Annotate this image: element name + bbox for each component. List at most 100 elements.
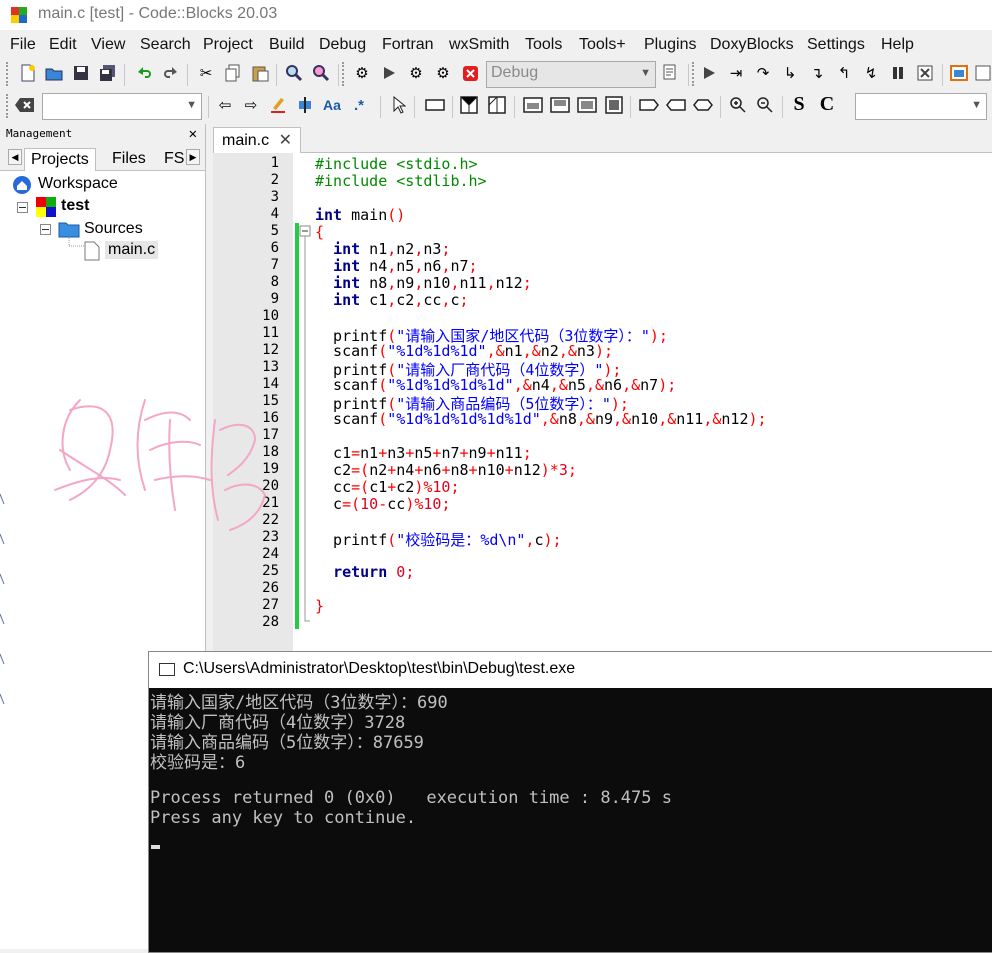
code-line: scanf("%1d%1d%1d%1d",&n4,&n5,&n6,&n7); [315,376,677,394]
select-pointer-icon[interactable] [388,94,410,116]
toolbar-separator [187,64,188,86]
editor-tab-main-c[interactable]: main.c ✕ [213,127,301,153]
menu-help[interactable]: Help [881,36,914,54]
chevron-left-icon[interactable]: ◀ [8,149,22,165]
menu-file[interactable]: File [10,36,36,54]
menu-tools[interactable]: Tools [525,36,562,54]
menu-plugins[interactable]: Plugins [644,36,696,54]
stop-debugger-icon[interactable] [914,62,936,84]
zoom-out-icon[interactable] [754,94,776,116]
cut-icon[interactable]: ✂ [195,62,217,84]
tab-projects[interactable]: Projects [24,148,96,171]
menu-view[interactable]: View [91,36,125,54]
rebuild-icon[interactable]: ⚙ [432,62,454,84]
while-loop-icon[interactable] [522,94,544,116]
pause-icon[interactable] [887,62,909,84]
toolbar-grip[interactable] [6,94,12,118]
return-icon[interactable] [692,94,714,116]
function-select-combo[interactable]: ▼ [855,93,987,120]
collapse-icon[interactable] [17,202,28,213]
line-number: 6 [270,240,279,256]
build-gear-icon[interactable]: ⚙ [351,62,373,84]
console-title-bar[interactable]: C:\Users\Administrator\Desktop\test\bin\… [149,652,992,688]
chevron-right-icon[interactable]: ▶ [186,149,200,165]
code-line: scanf("%1d%1d%1d",&n1,&n2,&n3); [315,342,614,360]
show-target-icon[interactable] [660,62,682,84]
copy-icon[interactable] [222,62,244,84]
console-window[interactable]: C:\Users\Administrator\Desktop\test\bin\… [148,651,992,953]
build-and-run-icon[interactable]: ⚙ [405,62,427,84]
line-number: 3 [270,189,279,205]
toolbar-grip[interactable] [6,62,12,86]
block-group-icon[interactable] [603,94,625,116]
new-file-icon[interactable] [17,62,39,84]
next-instruction-icon[interactable]: ↳ [779,62,801,84]
menu-search[interactable]: Search [140,36,191,54]
debug-windows-icon[interactable] [948,62,970,84]
step-into-icon[interactable]: ↴ [806,62,828,84]
find-icon[interactable] [283,62,305,84]
symbol-search-combo[interactable]: ▼ [42,93,202,120]
paste-icon[interactable] [249,62,271,84]
tree-workspace[interactable]: Workspace [38,175,118,193]
replace-icon[interactable] [310,62,332,84]
line-number: 28 [262,614,279,630]
tab-files[interactable]: Files [106,148,152,170]
debug-continue-icon[interactable] [698,62,720,84]
exit-icon[interactable] [665,94,687,116]
menu-debug[interactable]: Debug [319,36,366,54]
line-number: 5 [270,223,279,239]
break-icon[interactable] [638,94,660,116]
export-c-code-icon[interactable]: C [816,93,838,115]
build-target-select[interactable]: Debug ▼ [486,61,656,88]
save-icon[interactable] [70,62,92,84]
run-icon[interactable] [378,62,400,84]
jump-forward-icon[interactable]: ⇨ [240,94,262,116]
abort-icon[interactable] [459,62,481,84]
left-edge-marks [0,493,5,705]
menu-tools-plus[interactable]: Tools+ [579,36,626,54]
undo-icon[interactable] [133,62,155,84]
menu-settings[interactable]: Settings [807,36,865,54]
debug-info-icon[interactable] [972,62,992,84]
next-line-icon[interactable]: ↷ [752,62,774,84]
block-instruction-icon[interactable] [424,94,446,116]
open-folder-icon[interactable] [43,62,65,84]
toolbar-separator [338,64,339,86]
step-instruction-icon[interactable]: ↯ [860,62,882,84]
switch-block-icon[interactable] [486,94,508,116]
clear-search-icon[interactable] [14,94,36,116]
close-icon[interactable]: ✕ [279,128,292,153]
run-to-cursor-icon[interactable]: ⇥ [725,62,747,84]
code-area[interactable]: #include <stdio.h> #include <stdlib.h> i… [315,153,992,673]
selected-text-icon[interactable] [294,94,316,116]
menu-build[interactable]: Build [269,36,305,54]
tree-project-test[interactable]: test [61,197,89,215]
tree-folder-sources[interactable]: Sources [84,220,143,238]
menu-project[interactable]: Project [203,36,253,54]
match-case-icon[interactable]: Aa [321,94,343,116]
if-block-icon[interactable] [458,94,480,116]
collapse-icon[interactable] [40,224,51,235]
folder-icon [58,222,80,238]
close-icon[interactable]: ✕ [189,124,197,144]
code-line: int c1,c2,cc,c; [333,291,469,309]
menu-wxsmith[interactable]: wxSmith [449,36,509,54]
toolbar-separator [782,96,783,118]
export-svg-icon[interactable]: S [788,93,810,115]
for-loop-icon[interactable] [576,94,598,116]
regex-icon[interactable]: .* [348,94,370,116]
highlight-icon[interactable] [267,94,289,116]
toolbar-grip[interactable] [342,62,348,86]
menu-fortran[interactable]: Fortran [382,36,434,54]
zoom-in-icon[interactable] [727,94,749,116]
save-all-icon[interactable] [97,62,119,84]
file-icon [84,241,100,261]
step-out-icon[interactable]: ↰ [833,62,855,84]
menu-doxyblocks[interactable]: DoxyBlocks [710,36,794,54]
redo-icon[interactable] [160,62,182,84]
jump-back-icon[interactable]: ⇦ [214,94,236,116]
menu-edit[interactable]: Edit [49,36,77,54]
repeat-loop-icon[interactable] [549,94,571,116]
tree-file-main-c[interactable]: main.c [105,241,159,259]
